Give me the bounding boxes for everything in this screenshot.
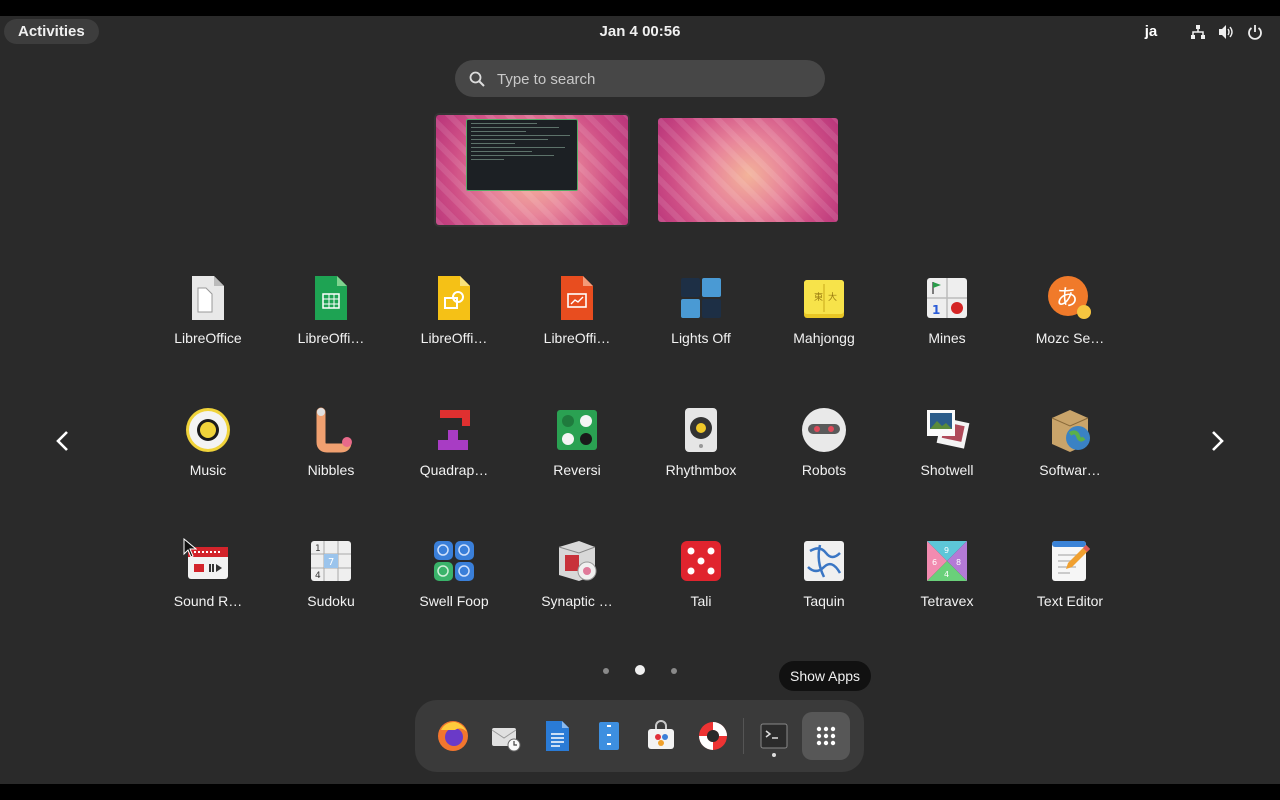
- running-indicator: [772, 753, 776, 757]
- app-nibbles[interactable]: Nibbles: [270, 406, 392, 496]
- svg-text:7: 7: [328, 557, 334, 568]
- dock-help[interactable]: [689, 712, 737, 760]
- previous-page-arrow-icon[interactable]: [51, 429, 75, 453]
- svg-text:1: 1: [315, 544, 321, 554]
- tetravex-icon: 9 8 4 6: [927, 541, 967, 581]
- svg-text:6: 6: [932, 558, 937, 567]
- app-text-editor[interactable]: Text Editor: [1009, 537, 1131, 627]
- power-icon[interactable]: [1247, 24, 1263, 40]
- dock-writer[interactable]: [533, 712, 581, 760]
- mozc-icon: あ: [1048, 276, 1091, 319]
- app-tali[interactable]: Tali: [640, 537, 762, 627]
- nibbles-icon: [316, 407, 352, 453]
- app-lights-off[interactable]: Lights Off: [640, 274, 762, 364]
- dock-terminal[interactable]: [750, 712, 798, 760]
- mahjongg-icon: 東 大: [804, 280, 844, 318]
- app-sudoku[interactable]: 1 7 4 Sudoku: [270, 537, 392, 627]
- libreoffice-impress-icon: [561, 276, 593, 320]
- firefox-icon: [438, 721, 468, 751]
- volume-icon[interactable]: [1218, 24, 1234, 40]
- search-icon: [469, 71, 485, 87]
- svg-text:1: 1: [932, 303, 940, 317]
- dock-mail[interactable]: [481, 712, 529, 760]
- app-sound-recorder[interactable]: Sound R…: [147, 537, 269, 627]
- dock-software[interactable]: [637, 712, 685, 760]
- swell-foop-icon: [434, 541, 474, 581]
- app-rhythmbox[interactable]: Rhythmbox: [640, 406, 762, 496]
- page-dot-2-current[interactable]: [635, 665, 645, 675]
- next-page-arrow-icon[interactable]: [1205, 429, 1229, 453]
- search-input[interactable]: [495, 60, 799, 99]
- input-method-indicator[interactable]: ja: [1138, 16, 1164, 48]
- app-libreoffice-draw[interactable]: LibreOffi…: [393, 274, 515, 364]
- dock-separator: [743, 718, 744, 754]
- svg-text:4: 4: [944, 570, 949, 579]
- svg-text:8: 8: [956, 558, 961, 567]
- rhythmbox-icon: [685, 408, 717, 452]
- libreoffice-calc-icon: [315, 276, 347, 320]
- help-icon: [699, 722, 727, 750]
- app-quadrapassel[interactable]: Quadrap…: [393, 406, 515, 496]
- app-taquin[interactable]: Taquin: [763, 537, 885, 627]
- app-music[interactable]: Music: [147, 406, 269, 496]
- libreoffice-draw-icon: [438, 276, 470, 320]
- mouse-cursor-icon: [183, 538, 197, 558]
- app-robots[interactable]: Robots: [763, 406, 885, 496]
- tali-icon: [681, 541, 721, 581]
- reversi-icon: [557, 410, 597, 450]
- app-libreoffice[interactable]: LibreOffice: [147, 274, 269, 364]
- libreoffice-icon: [192, 276, 224, 320]
- svg-text:東: 東: [814, 291, 823, 303]
- app-software-updates[interactable]: Softwar…: [1009, 406, 1131, 496]
- svg-text:あ: あ: [1056, 286, 1078, 311]
- network-icon[interactable]: [1190, 24, 1206, 40]
- svg-text:大: 大: [828, 291, 837, 303]
- mines-icon: 1: [927, 278, 967, 318]
- app-shotwell[interactable]: Shotwell: [886, 406, 1008, 496]
- quadrapassel-icon: [438, 410, 470, 450]
- text-editor-icon: [1052, 541, 1090, 581]
- app-grid-icon: [816, 726, 836, 746]
- mail-icon: [491, 728, 521, 752]
- app-libreoffice-calc[interactable]: LibreOffi…: [270, 274, 392, 364]
- app-libreoffice-impress[interactable]: LibreOffi…: [516, 274, 638, 364]
- software-properties-icon: [1051, 410, 1090, 452]
- app-swell-foop[interactable]: Swell Foop: [393, 537, 515, 627]
- libreoffice-writer-icon: [546, 721, 569, 751]
- app-mozc-setup[interactable]: あ Mozc Se…: [1009, 274, 1131, 364]
- workspace-thumbnail-1[interactable]: [436, 115, 628, 225]
- dock-firefox[interactable]: [429, 712, 477, 760]
- app-mahjongg[interactable]: 東 大 Mahjongg: [763, 274, 885, 364]
- top-bar: Activities Jan 4 00:56 ja: [0, 16, 1280, 48]
- taquin-icon: [804, 541, 844, 581]
- dash-dock: [415, 700, 864, 772]
- terminal-window-thumbnail[interactable]: [466, 119, 578, 191]
- lights-off-icon: [681, 278, 721, 318]
- page-dot-3[interactable]: [671, 668, 677, 674]
- terminal-icon: [760, 723, 788, 749]
- app-mines[interactable]: 1 Mines: [886, 274, 1008, 364]
- show-apps-button[interactable]: [802, 712, 850, 760]
- software-center-icon: [648, 720, 674, 749]
- app-synaptic[interactable]: Synaptic …: [516, 537, 638, 627]
- robots-icon: [802, 408, 846, 452]
- app-reversi[interactable]: Reversi: [516, 406, 638, 496]
- music-icon: [186, 408, 230, 452]
- svg-text:4: 4: [315, 571, 321, 581]
- app-tetravex[interactable]: 9 8 4 6 Tetravex: [886, 537, 1008, 627]
- show-apps-tooltip: Show Apps: [779, 661, 872, 691]
- dock-files[interactable]: [585, 712, 633, 760]
- page-dot-1[interactable]: [603, 668, 609, 674]
- files-icon: [599, 722, 619, 750]
- overview-screen: Activities Jan 4 00:56 ja Type to search…: [0, 16, 1280, 784]
- sudoku-icon: 1 7 4: [311, 541, 351, 581]
- workspace-thumbnail-2[interactable]: [658, 118, 838, 222]
- svg-text:9: 9: [944, 546, 949, 555]
- shotwell-icon: [927, 410, 970, 449]
- clock[interactable]: Jan 4 00:56: [0, 16, 1280, 48]
- search-bar[interactable]: [455, 60, 825, 99]
- synaptic-icon: [558, 541, 597, 581]
